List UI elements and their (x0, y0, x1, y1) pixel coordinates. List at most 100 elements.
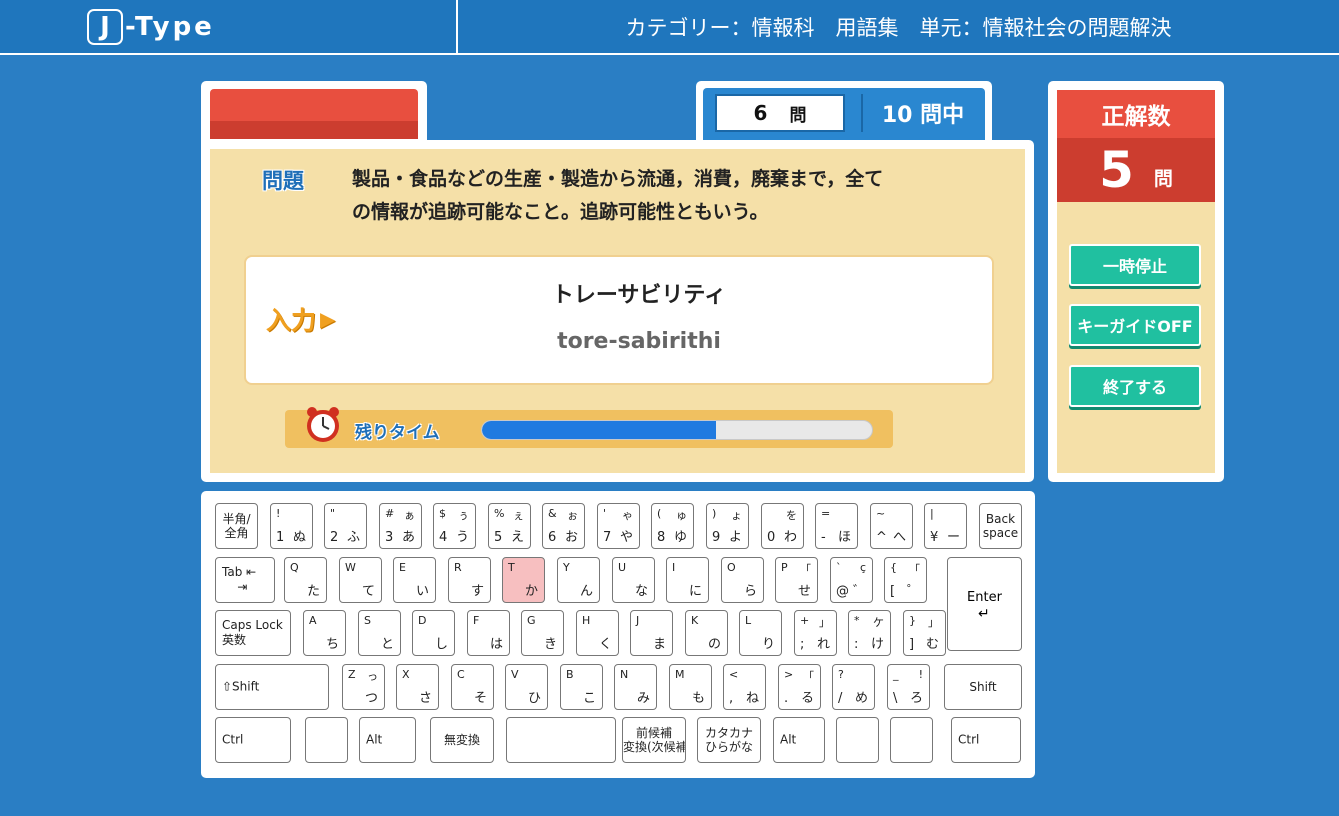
key-legend-br: ゆ (673, 530, 687, 545)
key-legend-tr: ょ (731, 509, 742, 522)
key-legend-tl: ? (838, 668, 844, 681)
key-row3-7: Jま (630, 610, 673, 656)
key-legend-br: も (691, 691, 705, 706)
key-legend-br: は (489, 637, 503, 652)
key-row4-7: Mも (669, 664, 712, 710)
key-legend-bl: 5 (494, 530, 503, 545)
key-legend-br: く (598, 637, 612, 652)
key-row1-12: ~ ^ へ (870, 503, 913, 549)
key-row3-3: Dし (412, 610, 455, 656)
key-legend-bl: 2 (330, 530, 339, 545)
key-legend-tl: S (364, 614, 371, 627)
key-legend-tr: ぇ (513, 509, 524, 522)
key-row5-9 (890, 717, 933, 763)
key-row1-11: = - ほ (815, 503, 858, 549)
key-legend-br: せ (797, 584, 811, 599)
timer-progress-fill (482, 421, 716, 439)
key-legend-tl: # (385, 507, 395, 520)
key-row3-0: Caps Lock 英数 (215, 610, 291, 656)
key-legend-tl: Y (563, 561, 570, 574)
key-row2-0: Tab ⇤ ⇥ (215, 557, 275, 603)
key-legend-br: む (925, 637, 939, 652)
key-label: Shift (969, 680, 997, 694)
key-row1-1: ! 1 ぬ (270, 503, 313, 549)
question-text: 製品・食品などの生産・製造から流通，消費，廃棄まで，全て の情報が追跡可能なこと… (352, 163, 992, 229)
key-legend-br: し (434, 637, 448, 652)
key-row5-3: 無変換 (430, 717, 494, 763)
key-row5-6: カタカナ ひらがな (697, 717, 761, 763)
key-legend-br: そ (473, 691, 487, 706)
key-legend-tl: ! (276, 507, 281, 520)
key-legend-tr: 「 (909, 563, 920, 576)
key-label: カタカナ ひらがな (704, 726, 753, 754)
key-legend-tr: ぉ (567, 509, 578, 522)
key-legend-br: か (524, 584, 538, 599)
key-row3-2: Sと (358, 610, 401, 656)
key-enter-label: Enter (967, 590, 1002, 605)
answer-box[interactable]: 入力 ▶ トレーサビリティ tore-sabirithi (244, 255, 994, 385)
key-legend-tl: E (399, 561, 406, 574)
key-legend-br: た (306, 584, 320, 599)
score-panel-body: 正解数 5 問 一時停止 キーガイドOFF 終了する (1057, 90, 1215, 473)
key-legend-tl: B (566, 668, 574, 681)
key-legend-br: へ (892, 530, 906, 545)
key-legend-br: る (800, 691, 814, 706)
question-panel-body: 問題 製品・食品などの生産・製造から流通，消費，廃棄まで，全て の情報が追跡可能… (210, 149, 1025, 473)
key-legend-tr: ゃ (622, 509, 633, 522)
key-legend-tl: } (909, 614, 916, 627)
timer-label: 残りタイム (355, 423, 440, 443)
key-legend-br: ん (579, 584, 593, 599)
key-row5-5: 前候補 変換(次候補) (622, 717, 686, 763)
key-legend-br: や (619, 530, 633, 545)
key-legend-tr: 「 (803, 670, 814, 683)
key-label: Back space (982, 512, 1019, 540)
key-legend-br: ち (325, 637, 339, 652)
key-legend-br: ふ (346, 530, 360, 545)
key-row3-4: Fは (467, 610, 510, 656)
key-row2-5: Tか (502, 557, 545, 603)
key-legend-bl: : (854, 637, 859, 652)
key-row1-9: ) ょ 9 よ (706, 503, 749, 549)
key-legend-br: ろ (909, 691, 923, 706)
timer-bar: 残りタイム (285, 407, 893, 448)
key-legend-bl: 1 (276, 530, 285, 545)
key-legend-bl: , (729, 691, 734, 706)
key-row4-9: > 「. る (778, 664, 821, 710)
key-row3-10: + 」; れ (794, 610, 837, 656)
key-row5-0: Ctrl (215, 717, 291, 763)
key-legend-tr: 」 (928, 616, 939, 629)
alarm-clock-icon (307, 407, 339, 442)
quit-button[interactable]: 終了する (1069, 365, 1201, 407)
key-row4-11: _! \ ろ (887, 664, 930, 710)
key-legend-tr: ! (918, 668, 923, 681)
key-legend-br: ゛ (852, 584, 866, 599)
app-logo: J -Type (87, 8, 215, 46)
key-legend-br: ひ (527, 691, 541, 706)
key-legend-br: ま (652, 637, 666, 652)
key-legend-br: わ (783, 530, 797, 545)
key-row4-12: Shift (944, 664, 1022, 710)
key-row2-3: Eい (393, 557, 436, 603)
key-label: Ctrl (222, 732, 244, 747)
logo-text: -Type (125, 12, 215, 42)
key-legend-bl: ; (800, 637, 805, 652)
key-legend-tr: ぅ (458, 509, 469, 522)
score-panel: 正解数 5 問 一時停止 キーガイドOFF 終了する (1048, 81, 1224, 482)
key-legend-tr: ケ (873, 616, 884, 629)
key-legend-br: あ (401, 530, 415, 545)
key-row4-8: <, ね (723, 664, 766, 710)
key-legend-tl: < (729, 668, 739, 681)
key-legend-tl: Z (348, 668, 356, 681)
key-row4-5: Bこ (560, 664, 603, 710)
key-legend-br: う (455, 530, 469, 545)
question-panel: 問題 製品・食品などの生産・製造から流通，消費，廃棄まで，全て の情報が追跡可能… (201, 140, 1034, 482)
key-legend-tr: ç (859, 561, 866, 574)
key-legend-bl: [ (890, 584, 896, 599)
key-row1-5: % ぇ 5 え (488, 503, 531, 549)
key-legend-tr: ゅ (676, 509, 687, 522)
keyguide-toggle-button[interactable]: キーガイドOFF (1069, 304, 1201, 346)
key-label: 前候補 変換(次候補) (623, 726, 686, 754)
tab-red-bar (210, 89, 418, 139)
key-row1-6: & ぉ 6 お (542, 503, 585, 549)
pause-button[interactable]: 一時停止 (1069, 244, 1201, 286)
